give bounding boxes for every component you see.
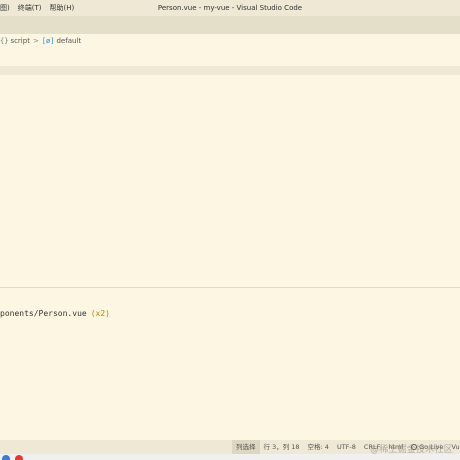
menu-item-terminal[interactable]: 终端(T) xyxy=(14,0,46,16)
taskbar xyxy=(0,454,460,460)
terminal-output-line: ponents/Person.vue (x2) xyxy=(0,309,110,318)
vscode-window: Person.vue - my-vue - Visual Studio Code… xyxy=(0,0,460,460)
status-column-selection[interactable]: 列选择 xyxy=(232,440,260,454)
chrome-browser-icon[interactable] xyxy=(15,455,23,460)
menu-item-view[interactable]: 图) xyxy=(0,0,14,16)
terminal-repeat-count: (x2) xyxy=(90,309,110,318)
menu-bar: 图) 终端(T) 帮助(H) xyxy=(0,0,78,16)
breadcrumb-item-default[interactable]: default xyxy=(56,37,81,45)
menu-item-help[interactable]: 帮助(H) xyxy=(45,0,78,16)
breadcrumb-item-script[interactable]: script xyxy=(10,37,30,45)
status-cursor-position[interactable]: 行 3，列 18 xyxy=(260,440,304,454)
breadcrumb: {} script > [ø] default xyxy=(0,34,460,47)
status-encoding[interactable]: UTF-8 xyxy=(333,440,360,454)
breadcrumb-separator: > xyxy=(32,36,39,45)
braces-icon: {} xyxy=(0,36,9,45)
code-editor[interactable] xyxy=(0,47,460,287)
status-indentation[interactable]: 空格: 4 xyxy=(304,440,333,454)
editor-tab-strip xyxy=(0,16,460,34)
current-line-highlight xyxy=(0,66,460,75)
variable-icon: [ø] xyxy=(41,36,55,45)
title-bar: Person.vue - my-vue - Visual Studio Code… xyxy=(0,0,460,16)
terminal-panel[interactable]: ponents/Person.vue (x2) xyxy=(0,288,460,440)
terminal-file-path: ponents/Person.vue xyxy=(0,309,87,318)
edge-browser-icon[interactable] xyxy=(2,455,10,460)
